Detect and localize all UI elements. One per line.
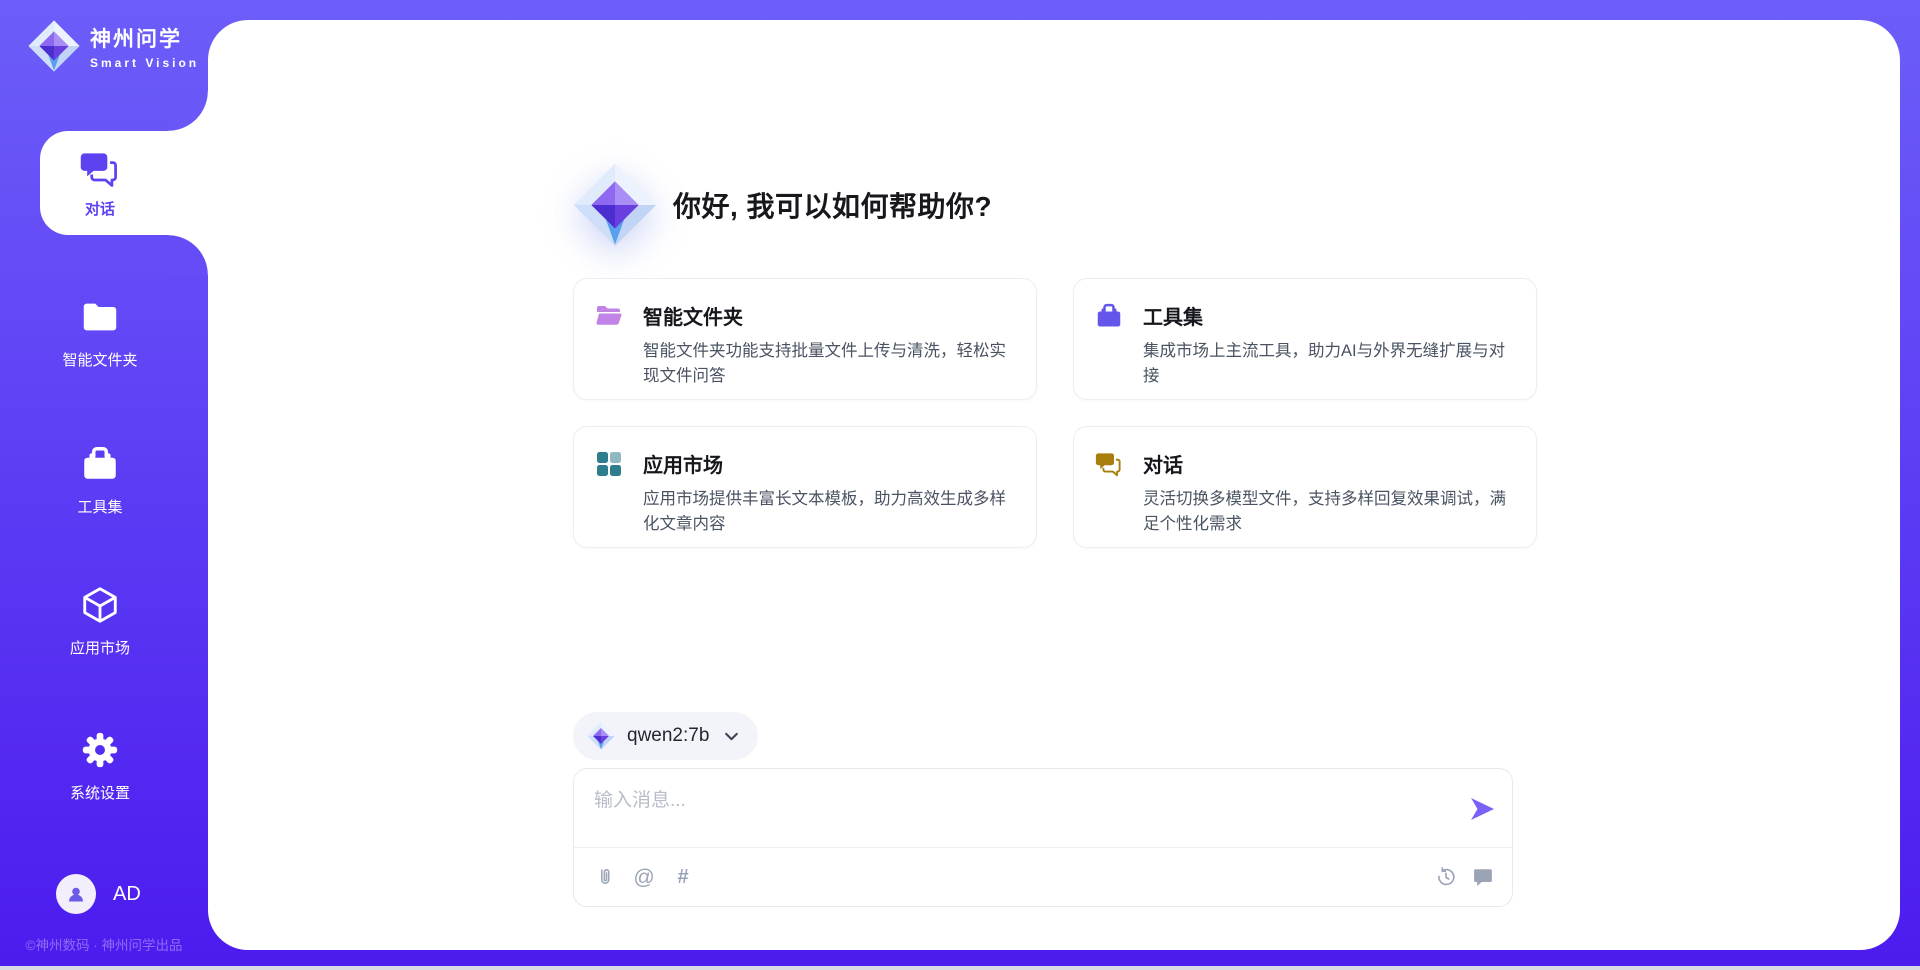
composer-toolbar: @ # [574,848,1512,906]
composer: @ # [573,768,1513,907]
card-title: 智能文件夹 [643,301,1016,330]
user-profile[interactable]: AD [56,874,141,914]
cube-icon [79,584,121,626]
paperclip-icon [595,867,615,887]
brand-diamond-icon [28,20,80,72]
message-input[interactable] [594,785,1434,837]
gear-icon [79,729,121,771]
sidebar-item-smart-folder[interactable]: 智能文件夹 [0,296,200,370]
sidebar-footer: ©神州数码 · 神州问学出品 [0,934,208,954]
brand-logo: 神州问学 Smart Vision [28,20,199,72]
greeting-diamond-icon [573,163,657,247]
toolbox-icon [79,443,121,485]
card-smart-folder[interactable]: 智能文件夹 智能文件夹功能支持批量文件上传与清洗，轻松实现文件问答 [573,278,1037,400]
greeting-text: 你好, 我可以如何帮助你? [673,185,992,225]
sidebar-item-settings[interactable]: 系统设置 [0,729,200,803]
user-initials: AD [113,883,141,906]
chat-bubbles-icon [78,147,122,191]
history-button[interactable] [1435,866,1457,888]
at-icon: @ [633,867,654,888]
card-description: 集成市场上主流工具，助力AI与外界无缝扩展与对接 [1143,339,1516,389]
brand-subtitle: Smart Vision [90,56,199,70]
card-app-market[interactable]: 应用市场 应用市场提供丰富长文本模板，助力高效生成多样化文章内容 [573,426,1037,548]
toolbox-icon [1094,301,1124,331]
folder-open-icon [594,301,624,331]
sidebar: 神州问学 Smart Vision 对话 智能文件夹 工具集 应用市场 [0,0,208,966]
chevron-down-icon [723,728,740,745]
attach-button[interactable] [594,866,616,888]
greeting: 你好, 我可以如何帮助你? [573,163,992,247]
avatar [56,874,96,914]
composer-input-area [574,769,1512,848]
tab-fillet-top [168,91,208,131]
grid-icon [594,449,624,479]
chat-bubbles-icon [1094,449,1124,479]
window-bottom-edge [0,966,1920,970]
sidebar-item-label: 工具集 [0,496,200,517]
person-icon [64,882,88,906]
sidebar-item-toolset[interactable]: 工具集 [0,443,200,517]
main-content: 你好, 我可以如何帮助你? 智能文件夹 智能文件夹功能支持批量文件上传与清洗，轻… [208,20,1900,950]
card-description: 灵活切换多模型文件，支持多样回复效果调试，满足个性化需求 [1143,487,1516,537]
sidebar-item-label: 系统设置 [0,782,200,803]
card-title: 工具集 [1143,301,1516,330]
card-toolset[interactable]: 工具集 集成市场上主流工具，助力AI与外界无缝扩展与对接 [1073,278,1537,400]
card-chat[interactable]: 对话 灵活切换多模型文件，支持多样回复效果调试，满足个性化需求 [1073,426,1537,548]
card-description: 应用市场提供丰富长文本模板，助力高效生成多样化文章内容 [643,487,1016,537]
sidebar-item-label: 对话 [85,198,115,219]
sidebar-item-app-market[interactable]: 应用市场 [0,584,200,658]
model-name: qwen2:7b [627,725,709,747]
feature-cards: 智能文件夹 智能文件夹功能支持批量文件上传与清洗，轻松实现文件问答 工具集 集成… [573,278,1537,548]
folder-icon [79,296,121,338]
sidebar-item-chat[interactable]: 对话 [40,131,208,235]
sidebar-item-label: 智能文件夹 [0,349,200,370]
sidebar-item-label: 应用市场 [0,637,200,658]
mention-button[interactable]: @ [633,866,655,888]
model-diamond-icon [587,722,615,750]
card-description: 智能文件夹功能支持批量文件上传与清洗，轻松实现文件问答 [643,339,1016,389]
brand-name: 神州问学 [90,23,199,53]
send-button[interactable] [1468,795,1496,823]
card-title: 应用市场 [643,449,1016,478]
message-icon [1473,867,1493,887]
card-title: 对话 [1143,449,1516,478]
hash-icon: # [677,867,688,887]
messages-button[interactable] [1472,866,1494,888]
app-background: 神州问学 Smart Vision 对话 智能文件夹 工具集 应用市场 [0,0,1920,970]
topic-button[interactable]: # [672,866,694,888]
send-icon [1468,795,1496,823]
tab-fillet-bottom [168,235,208,275]
model-selector[interactable]: qwen2:7b [573,712,758,760]
history-icon [1436,867,1456,887]
